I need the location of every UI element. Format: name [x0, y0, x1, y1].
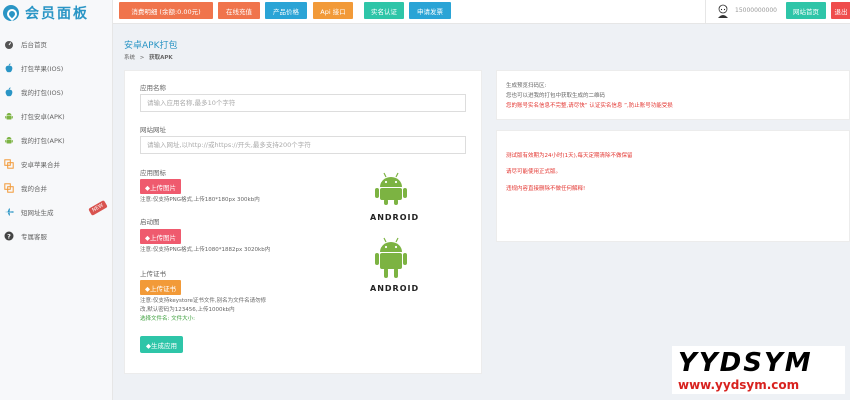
sidebar-item-my-ios[interactable]: 我的打包(IOS) — [0, 80, 112, 104]
android-icon — [4, 111, 14, 121]
app-icon-label: 应用图标 — [140, 169, 166, 177]
invoice-button[interactable]: 申请发票 — [409, 2, 451, 19]
android-robot-icon — [375, 237, 407, 278]
avatar-icon[interactable] — [717, 4, 729, 18]
sidebar-item-label: 短网址生成 — [21, 209, 54, 217]
sidebar-item-support[interactable]: ? 专属客服 — [0, 224, 112, 248]
android-icon — [4, 135, 14, 145]
verify-button[interactable]: 实名认证 — [364, 2, 404, 19]
user-phone: 15000000000 — [735, 7, 777, 14]
sidebar-item-merge[interactable]: 安卓苹果合并 — [0, 152, 112, 176]
logo-text: 会员面板 — [25, 6, 89, 22]
sidebar-item-label: 后台首页 — [21, 41, 47, 49]
sidebar-item-label: 打包苹果(IOS) — [21, 65, 64, 73]
logout-button[interactable]: 退出 — [831, 2, 850, 19]
breadcrumb: 系统 > 获取APK — [124, 53, 173, 61]
verify-warning[interactable]: 您的账号实名信息不完整,请尽快“ 认证实名信息 ”,防止账号功能受损 — [506, 101, 673, 109]
splash-label: 启动图 — [140, 218, 160, 226]
upload-cert-button[interactable]: ◆上传证书 — [140, 280, 181, 295]
form-card — [124, 70, 482, 374]
pricing-button[interactable]: 产品价格 — [265, 2, 307, 19]
merge-icon — [4, 159, 14, 169]
android-logo: ANDROID — [370, 170, 419, 222]
sidebar-item-my-apk[interactable]: 我的打包(APK) — [0, 128, 112, 152]
android-logo-text: ANDROID — [370, 284, 420, 293]
notice-formal: 请尽可能使用正式版。 — [506, 169, 562, 175]
sidebar-item-label: 打包安卓(APK) — [21, 113, 65, 121]
logo-icon — [3, 5, 19, 21]
upload-icon-button[interactable]: ◆上传图片 — [140, 179, 181, 194]
cert-note-2: 改,默认密码为123456,上传1000kb内 — [140, 307, 235, 313]
sidebar-item-label: 我的打包(APK) — [21, 137, 65, 145]
watermark-url: www.yydsym.com — [678, 378, 800, 392]
sidebar-item-my-merge[interactable]: 我的合并 — [0, 176, 112, 200]
cert-note-1: 注意:仅支持keystore证书文件,别名为文件名请勿修 — [140, 298, 267, 304]
new-badge: NEW — [88, 200, 108, 216]
sidebar-item-label: 我的打包(IOS) — [21, 89, 64, 97]
sidebar-item-label: 我的合并 — [21, 185, 47, 193]
app-name-input[interactable] — [140, 94, 466, 112]
breadcrumb-separator: > — [139, 55, 145, 61]
app-name-label: 应用名称 — [140, 84, 166, 92]
recharge-button[interactable]: 在线充值 — [218, 2, 260, 19]
breadcrumb-current: 获取APK — [149, 55, 173, 61]
android-logo-text: ANDROID — [370, 213, 420, 222]
android-logo: ANDROID — [370, 236, 419, 293]
sidebar-item-label: 安卓苹果合并 — [21, 161, 60, 169]
svg-text:?: ? — [7, 232, 11, 240]
qr-preview-title: 生成预览扫码区: — [506, 83, 547, 89]
android-robot-icon — [375, 172, 407, 205]
top-bar: 消费明细 (余额:0.00元) 在线充值 产品价格 Api 接口 实名认证 申请… — [113, 0, 850, 24]
api-button[interactable]: Api 接口 — [313, 2, 353, 19]
notice-trial: 测试版有效期为24小时(1天),每天定期清除不做保留 — [506, 153, 633, 159]
plane-icon — [4, 207, 14, 217]
cert-label: 上传证书 — [140, 270, 166, 278]
billing-details-button[interactable]: 消费明细 (余额:0.00元) — [119, 2, 213, 19]
notice-violation: 违规内容直接删除不做任何解释! — [506, 186, 586, 192]
qr-preview-desc: 您也可以进我的打包中获取生成的二维码 — [506, 93, 606, 99]
sidebar-item-pack-apk[interactable]: 打包安卓(APK) — [0, 104, 112, 128]
site-home-button[interactable]: 网站首页 — [786, 2, 826, 19]
apple-icon — [4, 87, 14, 97]
apple-icon — [4, 63, 14, 73]
cert-selected-file: 选择文件名: 文件大小: — [140, 316, 195, 322]
site-url-input[interactable] — [140, 136, 466, 154]
sidebar-item-label: 专属客服 — [21, 233, 47, 241]
merge-icon — [4, 183, 14, 193]
breadcrumb-home[interactable]: 系统 — [124, 55, 135, 61]
logo[interactable]: 会员面板 — [0, 0, 112, 26]
watermark: YYDSYM www.yydsym.com — [672, 346, 845, 394]
sidebar-item-pack-ios[interactable]: 打包苹果(IOS) — [0, 56, 112, 80]
icon-note: 注意:仅支持PNG格式,上传180*180px 300kb内 — [140, 197, 260, 203]
upload-splash-button[interactable]: ◆上传图片 — [140, 229, 181, 244]
sidebar-item-dashboard[interactable]: 后台首页 — [0, 32, 112, 56]
generate-app-button[interactable]: ◆生成应用 — [140, 336, 183, 353]
watermark-logo: YYDSYM — [678, 348, 813, 378]
sidebar-item-short-url[interactable]: 短网址生成 NEW — [0, 200, 112, 224]
site-url-label: 网站网址 — [140, 126, 166, 134]
splash-note: 注意:仅支持PNG格式,上传1080*1882px 3020kb内 — [140, 247, 271, 253]
divider — [705, 0, 706, 24]
page-title: 安卓APK打包 — [124, 41, 178, 51]
dashboard-icon — [4, 39, 14, 49]
sidebar-nav: 后台首页 打包苹果(IOS) 我的打包(IOS) 打包安卓(APK) 我的打包(… — [0, 32, 112, 248]
sidebar: 会员面板 后台首页 打包苹果(IOS) 我的打包(IOS) 打包安卓(APK) — [0, 0, 113, 400]
help-icon: ? — [4, 231, 14, 241]
